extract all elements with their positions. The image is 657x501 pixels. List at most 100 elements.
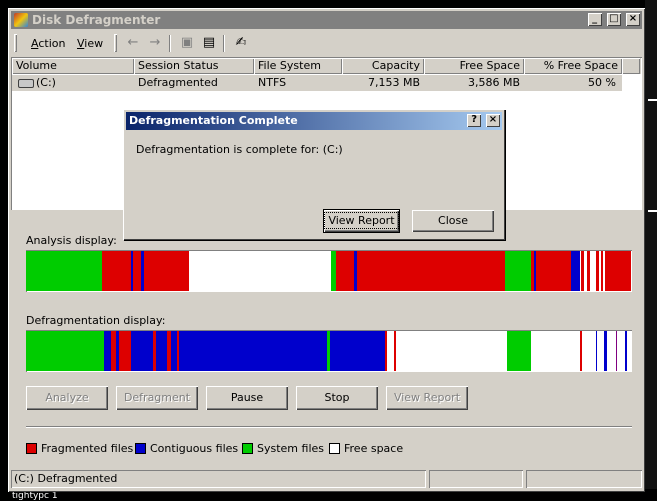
disk-segment xyxy=(587,251,590,291)
disk-segment xyxy=(101,251,133,291)
maximize-button[interactable]: □ xyxy=(606,13,621,26)
disk-segment xyxy=(394,331,397,371)
legend-system: System files xyxy=(242,442,324,456)
toolbar-separator xyxy=(223,35,225,52)
defragmentation-complete-dialog: Defragmentation Complete ? × Defragmenta… xyxy=(123,109,505,240)
free-swatch xyxy=(329,443,340,454)
status-pane-2 xyxy=(429,470,523,488)
column-session-status[interactable]: Session Status xyxy=(134,58,254,74)
minimize-button[interactable]: _ xyxy=(587,13,602,26)
defrag-display-label: Defragmentation display: xyxy=(26,314,166,327)
menu-toolbar: Action View ← → ▣ ▤ ✍ xyxy=(11,31,642,55)
analysis-display-label: Analysis display: xyxy=(26,234,117,247)
disk-segment xyxy=(601,251,603,291)
cell-file-system: NTFS xyxy=(258,76,287,89)
help-icon[interactable]: ✍ xyxy=(233,35,249,51)
cell-free-space: 3,586 MB xyxy=(467,76,520,89)
disk-segment xyxy=(615,331,618,371)
properties-icon[interactable]: ▤ xyxy=(201,35,217,51)
defragmenter-app-icon[interactable] xyxy=(14,13,28,27)
dialog-help-button[interactable]: ? xyxy=(467,114,482,127)
disk-segment xyxy=(179,331,327,371)
disk-segment xyxy=(595,331,598,371)
legend-fragmented: Fragmented files xyxy=(26,442,133,456)
disk-segment xyxy=(624,331,628,371)
dialog-title: Defragmentation Complete xyxy=(129,114,298,127)
desktop-tick xyxy=(648,210,657,212)
disk-segment xyxy=(579,331,582,371)
divider xyxy=(26,426,632,428)
dialog-view-report-button[interactable]: View Report xyxy=(324,210,399,232)
dialog-title-bar[interactable]: Defragmentation Complete ? × xyxy=(126,112,502,130)
disk-defragmenter-window: Disk Defragmenter _ □ × Action View ← → … xyxy=(8,8,645,492)
dialog-view-report-label: View Report xyxy=(324,212,399,229)
legend: Fragmented files Contiguous files System… xyxy=(26,442,635,456)
disk-segment xyxy=(143,251,189,291)
disk-segment xyxy=(581,251,584,291)
disk-segment xyxy=(357,251,505,291)
cell-capacity: 7,153 MB xyxy=(367,76,420,89)
disk-segment xyxy=(507,331,532,371)
disk-segment xyxy=(335,251,354,291)
fragmented-swatch xyxy=(26,443,37,454)
disk-segment xyxy=(570,251,580,291)
volume-name: (C:) xyxy=(36,76,56,89)
defrag-display-bar xyxy=(26,330,632,372)
hard-drive-icon xyxy=(18,78,34,88)
toolbar-grip[interactable] xyxy=(14,34,17,52)
dialog-close-button[interactable]: Close xyxy=(412,210,494,232)
view-report-button[interactable]: View Report xyxy=(386,386,468,410)
legend-free: Free space xyxy=(329,442,403,456)
disk-segment xyxy=(103,331,111,371)
desktop-tick xyxy=(648,99,657,101)
disk-segment xyxy=(119,331,132,371)
analyze-button[interactable]: Analyze xyxy=(26,386,108,410)
close-button[interactable]: × xyxy=(626,13,640,26)
status-pane-3 xyxy=(526,470,642,488)
column-free-space[interactable]: Free Space xyxy=(424,58,524,74)
folder-icon[interactable]: ▣ xyxy=(179,35,195,51)
disk-segment xyxy=(504,251,532,291)
list-row-c-drive[interactable]: (C:) Defragmented NTFS 7,153 MB 3,586 MB… xyxy=(12,75,622,91)
disk-segment xyxy=(26,331,104,371)
legend-contiguous-label: Contiguous files xyxy=(150,442,239,455)
defragment-button[interactable]: Defragment xyxy=(116,386,198,410)
disk-segment xyxy=(604,331,608,371)
legend-fragmented-label: Fragmented files xyxy=(41,442,134,455)
legend-system-label: System files xyxy=(257,442,324,455)
desktop-right-edge xyxy=(645,0,657,501)
back-arrow-icon[interactable]: ← xyxy=(125,35,141,51)
pause-button[interactable]: Pause xyxy=(206,386,288,410)
toolbar-grip[interactable] xyxy=(114,34,117,52)
window-title: Disk Defragmenter xyxy=(32,13,161,27)
disk-segment xyxy=(133,251,142,291)
disk-segment xyxy=(605,251,631,291)
menu-action[interactable]: Action xyxy=(31,37,65,50)
cell-pct-free: 50 % xyxy=(588,76,616,89)
status-bar: (C:) Defragmented xyxy=(11,470,642,488)
column-filler xyxy=(622,58,640,74)
disk-segment xyxy=(156,331,168,371)
desktop-label: tightypc 1 xyxy=(12,491,58,501)
column-capacity[interactable]: Capacity xyxy=(342,58,424,74)
system-swatch xyxy=(242,443,253,454)
menu-view[interactable]: View xyxy=(77,37,103,50)
status-text: (C:) Defragmented xyxy=(11,470,426,488)
legend-free-label: Free space xyxy=(344,442,404,455)
list-header: Volume Session Status File System Capaci… xyxy=(12,58,641,74)
dialog-close-x-button[interactable]: × xyxy=(486,114,500,127)
title-bar[interactable]: Disk Defragmenter _ □ × xyxy=(11,11,642,29)
forward-arrow-icon[interactable]: → xyxy=(147,35,163,51)
column-pct-free-space[interactable]: % Free Space xyxy=(524,58,622,74)
cell-status: Defragmented xyxy=(138,76,218,89)
disk-segment xyxy=(385,331,388,371)
stop-button[interactable]: Stop xyxy=(296,386,378,410)
contiguous-swatch xyxy=(135,443,146,454)
toolbar-separator xyxy=(169,35,171,52)
column-file-system[interactable]: File System xyxy=(254,58,342,74)
legend-contiguous: Contiguous files xyxy=(135,442,238,456)
column-volume[interactable]: Volume xyxy=(12,58,134,74)
dialog-message: Defragmentation is complete for: (C:) xyxy=(136,143,343,156)
disk-segment xyxy=(595,251,599,291)
cell-volume: (C:) xyxy=(14,75,134,91)
